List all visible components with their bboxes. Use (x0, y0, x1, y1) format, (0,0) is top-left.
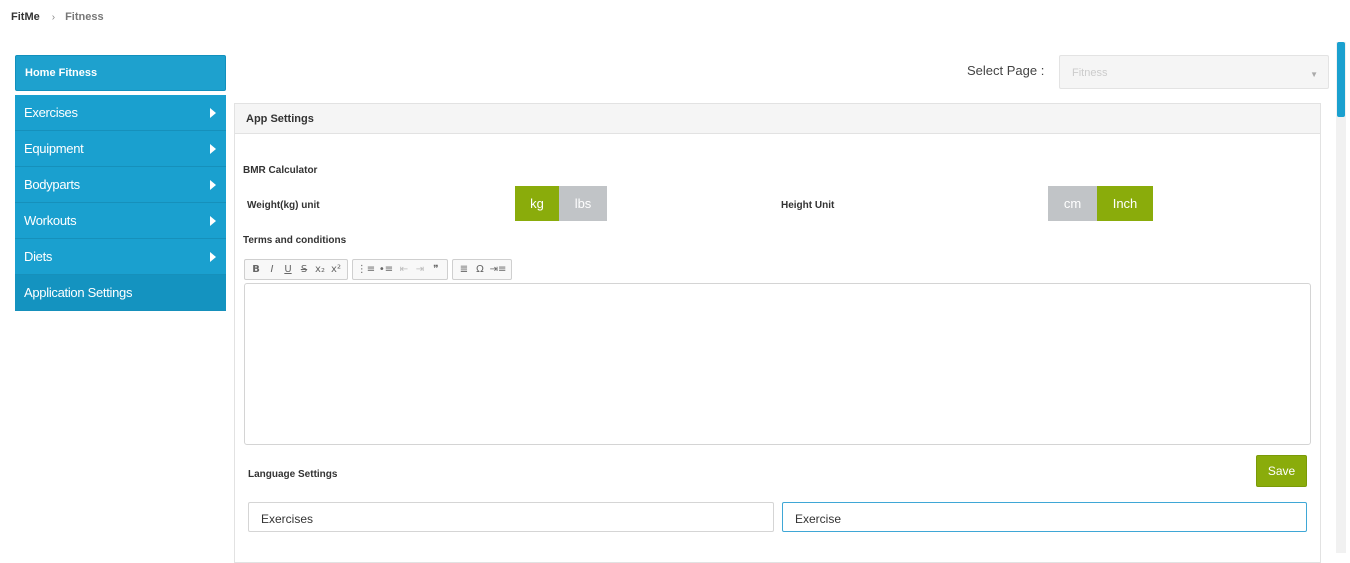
underline-icon[interactable]: U (280, 264, 296, 275)
sidebar-item-diets[interactable]: Diets (15, 239, 226, 275)
sidebar-item-exercises[interactable]: Exercises (15, 95, 226, 131)
more-icon[interactable]: ⇥≡ (488, 264, 508, 275)
panel-title: App Settings (235, 104, 1320, 134)
indent-icon[interactable]: ⇥ (412, 264, 428, 275)
editor-toolbar: B I U S x₂ x² ⋮≡ •≡ ⇤ ⇥ ❞ ≣ Ω ⇥≡ (244, 259, 512, 280)
sidebar-item-equipment[interactable]: Equipment (15, 131, 226, 167)
save-button[interactable]: Save (1256, 455, 1307, 487)
caret-right-icon (210, 215, 216, 226)
numbered-list-icon[interactable]: ⋮≡ (356, 264, 376, 275)
weight-lbs-option[interactable]: lbs (559, 186, 607, 221)
language-value-field[interactable]: Exercise (782, 502, 1307, 532)
sidebar-item-application-settings[interactable]: Application Settings (15, 275, 226, 311)
superscript-icon[interactable]: x² (328, 264, 344, 275)
height-unit-toggle: cm Inch (1048, 186, 1153, 221)
caret-right-icon (210, 179, 216, 190)
special-char-icon[interactable]: Ω (472, 264, 488, 275)
sidebar-item-label: Exercises (24, 105, 78, 120)
caret-right-icon (210, 251, 216, 262)
breadcrumb-home-link[interactable]: FitMe (11, 11, 40, 23)
outdent-icon[interactable]: ⇤ (396, 264, 412, 275)
toolbar-group-paragraph: ⋮≡ •≡ ⇤ ⇥ ❞ (352, 259, 448, 280)
weight-unit-label: Weight(kg) unit (247, 200, 320, 211)
caret-right-icon (210, 143, 216, 154)
terms-editor[interactable] (244, 283, 1311, 445)
select-page-dropdown[interactable]: Fitness ▼ (1059, 55, 1329, 89)
caret-right-icon (210, 107, 216, 118)
italic-icon[interactable]: I (264, 264, 280, 275)
language-key-field[interactable]: Exercises (248, 502, 774, 532)
select-page-value: Fitness (1072, 67, 1108, 79)
bmr-calculator-title: BMR Calculator (243, 165, 318, 176)
sidebar-item-label: Bodyparts (24, 177, 80, 192)
weight-unit-toggle: kg lbs (515, 186, 607, 221)
height-unit-label: Height Unit (781, 200, 835, 211)
scrollbar-thumb[interactable] (1337, 42, 1345, 117)
sidebar-item-label: Equipment (24, 141, 84, 156)
select-page-label: Select Page : (967, 63, 1045, 78)
breadcrumb-separator-icon: › (51, 11, 56, 23)
toolbar-group-insert: ≣ Ω ⇥≡ (452, 259, 512, 280)
sidebar: Home Fitness Exercises Equipment Bodypar… (15, 55, 226, 311)
terms-title: Terms and conditions (243, 235, 347, 246)
breadcrumb-current: Fitness (65, 11, 104, 23)
height-inch-option[interactable]: Inch (1097, 186, 1153, 221)
sidebar-item-label: Workouts (24, 213, 77, 228)
language-settings-title: Language Settings (248, 469, 338, 480)
bold-icon[interactable]: B (248, 264, 264, 275)
align-icon[interactable]: ≣ (456, 264, 472, 275)
strikethrough-icon[interactable]: S (296, 264, 312, 275)
sidebar-header[interactable]: Home Fitness (15, 55, 226, 91)
weight-kg-option[interactable]: kg (515, 186, 559, 221)
breadcrumb: FitMe › Fitness (11, 11, 104, 23)
blockquote-icon[interactable]: ❞ (428, 264, 444, 275)
height-cm-option[interactable]: cm (1048, 186, 1097, 221)
sidebar-item-bodyparts[interactable]: Bodyparts (15, 167, 226, 203)
sidebar-item-label: Application Settings (24, 285, 133, 300)
sidebar-item-label: Diets (24, 249, 53, 264)
bullet-list-icon[interactable]: •≡ (376, 264, 396, 275)
subscript-icon[interactable]: x₂ (312, 264, 328, 275)
chevron-down-icon: ▼ (1310, 70, 1318, 79)
scrollbar-track[interactable] (1336, 42, 1346, 553)
sidebar-item-workouts[interactable]: Workouts (15, 203, 226, 239)
toolbar-group-format: B I U S x₂ x² (244, 259, 348, 280)
